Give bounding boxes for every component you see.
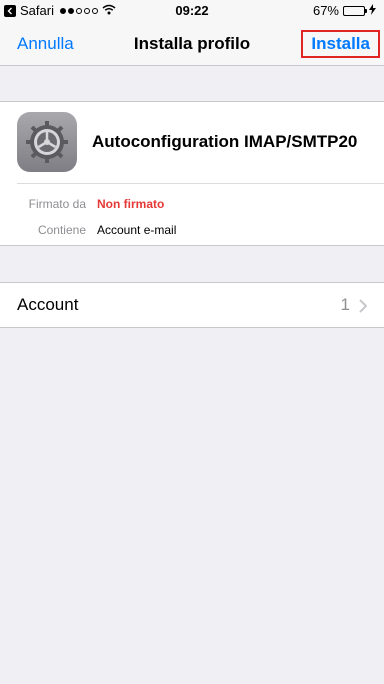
battery-percent: 67% — [312, 3, 339, 18]
account-label: Account — [17, 295, 79, 314]
profile-name: Autoconfiguration IMAP/SMTP20 — [92, 132, 358, 151]
profile-card: Autoconfiguration IMAP/SMTP20 Firmato da… — [0, 101, 384, 246]
detail-label: Contiene — [37, 223, 86, 237]
account-count: 1 — [340, 295, 350, 314]
detail-label: Firmato da — [28, 197, 86, 211]
account-row[interactable]: Account 1 — [0, 282, 384, 328]
detail-value-signed: Non firmato — [97, 197, 165, 211]
detail-value-contains: Account e-mail — [97, 223, 177, 237]
settings-gear-icon — [17, 112, 77, 172]
status-bar: Safari 09:22 67% — [0, 0, 384, 22]
divider — [17, 183, 384, 184]
chevron-right-icon — [359, 299, 368, 318]
status-right: 67% — [313, 3, 376, 18]
install-button[interactable]: Installa — [301, 30, 380, 58]
profile-header: Autoconfiguration IMAP/SMTP20 — [0, 102, 384, 183]
charging-icon — [369, 3, 376, 18]
battery-icon — [343, 5, 367, 16]
nav-bar: Annulla Installa profilo Installa — [0, 22, 384, 66]
